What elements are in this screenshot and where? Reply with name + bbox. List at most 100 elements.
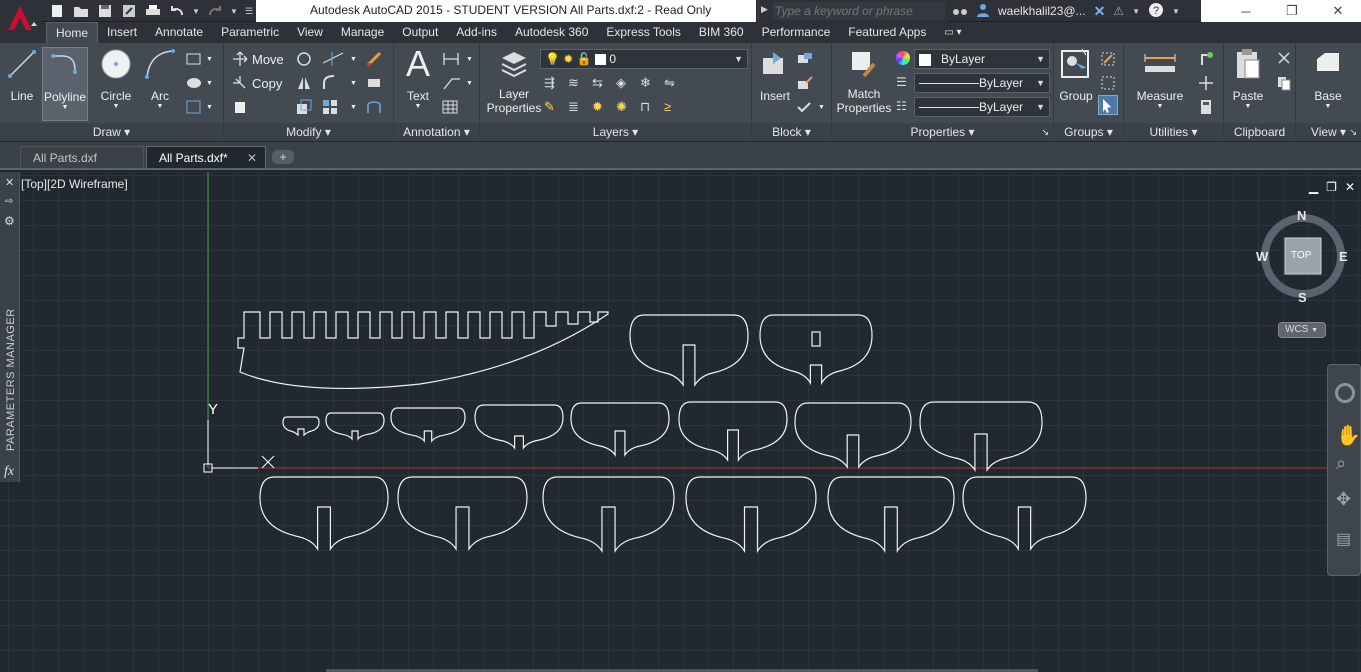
leader-tool[interactable]: ▼ (442, 73, 473, 93)
search-input[interactable] (773, 2, 945, 20)
erase-tool[interactable] (366, 49, 382, 69)
tab-featured-apps[interactable]: Featured Apps (839, 22, 935, 43)
properties-launcher-icon[interactable]: ↘ (1041, 123, 1049, 141)
text-tool[interactable]: A Text ▼ (400, 43, 436, 110)
pan-icon[interactable]: ✋ (1336, 423, 1361, 448)
fx-icon[interactable]: fx (4, 464, 14, 480)
layer-freeze-icon[interactable]: ❄ (640, 75, 656, 91)
modify-panel-title[interactable]: Modify ▾ (224, 123, 393, 141)
user-name[interactable]: waelkhalil23@... (998, 4, 1086, 18)
trim-tool[interactable]: ▼ (322, 49, 357, 69)
match-properties-tool[interactable]: Match Properties (837, 47, 891, 115)
new-file-icon[interactable] (48, 2, 66, 20)
calculator-tool[interactable] (1198, 97, 1214, 117)
rib-part[interactable] (397, 476, 528, 552)
edit-attributes-tool[interactable]: ▼ (796, 97, 825, 117)
hatch-tool[interactable]: ▼ (186, 73, 213, 93)
tab-parametric[interactable]: Parametric (212, 22, 288, 43)
view-panel-title[interactable]: View ▾ ↘ (1296, 123, 1361, 141)
match-layer-icon[interactable]: ≋ (568, 75, 584, 91)
a360-icon[interactable]: ⚠ (1113, 4, 1124, 18)
copy-clip-tool[interactable] (1276, 73, 1292, 93)
rib-part[interactable] (474, 404, 564, 450)
group-edit-tool[interactable] (1100, 73, 1116, 93)
tab-home[interactable]: Home (46, 22, 99, 43)
move-tool[interactable]: Move (232, 49, 284, 69)
application-menu-button[interactable] (0, 0, 42, 46)
rotate-tool[interactable] (296, 49, 312, 69)
undo-dropdown-icon[interactable]: ▼ (192, 2, 200, 20)
lineweight-dropdown[interactable]: ByLayer ▼ (914, 97, 1050, 117)
layer-dropdown[interactable]: 💡 ✹ 🔓 0 ▼ (540, 49, 748, 69)
tab-bim-360[interactable]: BIM 360 (690, 22, 753, 43)
rib-part[interactable] (827, 476, 955, 554)
viewport-restore-icon[interactable]: ❐ (1326, 180, 1337, 194)
scale-tool[interactable] (296, 97, 312, 117)
rectangle-tool[interactable]: ▼ (186, 49, 213, 69)
fillet-tool[interactable]: ▼ (322, 73, 357, 93)
utilities-panel-title[interactable]: Utilities ▾ (1124, 123, 1223, 141)
layer-unlock-icon[interactable]: ✺ (616, 99, 632, 115)
viewport-controls-label[interactable]: [Top][2D Wireframe] (21, 177, 128, 191)
viewport-minimize-icon[interactable]: ▁ (1309, 180, 1318, 194)
tab-insert[interactable]: Insert (98, 22, 146, 43)
doc-tab-all-parts-modified[interactable]: All Parts.dxf* ✕ (146, 146, 266, 168)
save-icon[interactable] (96, 2, 114, 20)
tab-performance[interactable]: Performance (753, 22, 840, 43)
undo-icon[interactable] (168, 2, 186, 20)
table-tool[interactable] (442, 97, 458, 117)
base-tool[interactable]: Base ▼ (1308, 47, 1348, 110)
linetype-dropdown[interactable]: ByLayer ▼ (914, 73, 1050, 93)
wcs-menu[interactable]: WCS ▼ (1278, 322, 1326, 338)
annotation-panel-title[interactable]: Annotation ▾ (394, 123, 479, 141)
arc-tool[interactable]: Arc ▼ (142, 47, 178, 110)
insert-tool[interactable]: Insert (756, 47, 794, 103)
tab-manage[interactable]: Manage (332, 22, 393, 43)
layer-merge-icon[interactable]: ≥ (664, 99, 680, 115)
circle-tool[interactable]: Circle ▼ (96, 47, 136, 110)
block-panel-title[interactable]: Block ▾ (752, 123, 831, 141)
rib-part[interactable] (282, 416, 320, 437)
minimize-icon[interactable]: ─ (1223, 0, 1269, 22)
measure-tool[interactable]: Measure ▼ (1132, 47, 1188, 110)
stretch-tool[interactable] (232, 97, 248, 117)
dropdown-icon[interactable]: ▼ (1132, 7, 1140, 16)
exchange-apps-icon[interactable]: ✕ (1094, 3, 1106, 20)
mirror-tool[interactable] (296, 73, 312, 93)
line-tool[interactable]: Line (4, 47, 40, 103)
doc-tab-all-parts[interactable]: All Parts.dxf (20, 146, 144, 168)
layer-properties-tool[interactable]: Layer Properties (484, 47, 544, 115)
polyline-tool[interactable]: Polyline ▼ (42, 47, 88, 121)
color-dropdown[interactable]: ByLayer ▼ (914, 49, 1050, 69)
quick-select-tool[interactable] (1198, 49, 1214, 69)
rib-part[interactable] (759, 314, 873, 386)
view-launcher-icon[interactable]: ↘ (1349, 123, 1357, 141)
offset-tool[interactable] (366, 97, 382, 117)
create-block-tool[interactable] (796, 49, 814, 69)
redo-dropdown-icon[interactable]: ▼ (230, 2, 238, 20)
rib-part[interactable] (629, 314, 749, 388)
user-icon[interactable] (976, 3, 990, 20)
layer-lock-icon[interactable]: ⊓ (640, 99, 656, 115)
ungroup-tool[interactable] (1100, 49, 1116, 69)
rib-part[interactable] (542, 476, 675, 554)
viewport-close-icon[interactable]: ✕ (1345, 180, 1355, 194)
rib-part[interactable] (794, 402, 912, 470)
make-current-icon[interactable]: ⇶ (544, 75, 560, 91)
tab-view[interactable]: View (288, 22, 332, 43)
compass-north[interactable]: N (1297, 208, 1306, 223)
layer-isolate-icon[interactable]: ◈ (616, 75, 632, 91)
layer-walk-icon[interactable]: ≣ (568, 99, 584, 115)
layers-panel-title[interactable]: Layers ▾ (480, 123, 751, 141)
clipboard-panel-title[interactable]: Clipboard (1224, 123, 1295, 141)
properties-panel-title[interactable]: Properties ▾ ↘ (832, 123, 1053, 141)
layer-off-icon[interactable]: ⇋ (664, 75, 680, 91)
ribbon-options-icon[interactable]: ▭ ▾ (935, 22, 970, 43)
id-point-tool[interactable] (1198, 73, 1214, 93)
rib-part[interactable] (678, 401, 788, 462)
save-as-icon[interactable] (120, 2, 138, 20)
open-folder-icon[interactable] (72, 2, 90, 20)
steering-wheel-icon[interactable] (1335, 383, 1355, 403)
explode-tool[interactable] (366, 73, 382, 93)
redo-icon[interactable] (206, 2, 224, 20)
